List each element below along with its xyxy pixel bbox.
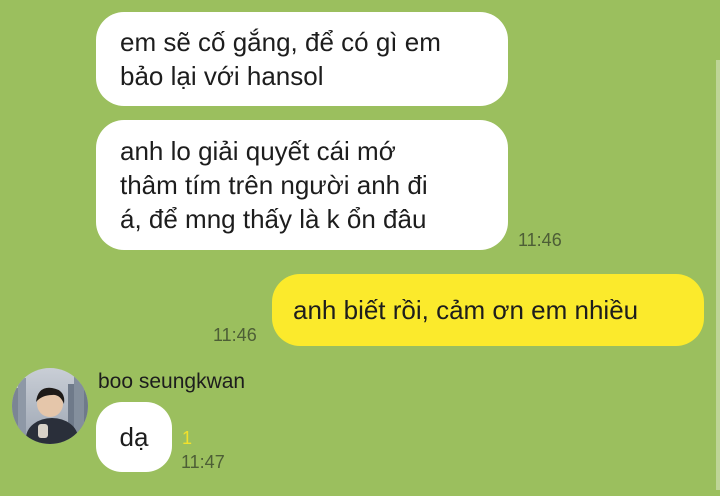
incoming-message-bubble[interactable]: anh lo giải quyết cái mớ thâm tím trên n… [96, 120, 508, 250]
message-timestamp: 11:46 [213, 325, 257, 345]
incoming-message-bubble[interactable]: em sẽ cố gắng, để có gì em bảo lại với h… [96, 12, 508, 106]
chat-window: { "chat": { "messages": [ { "text": "em … [0, 0, 720, 496]
sender-avatar[interactable] [12, 368, 88, 444]
message-timestamp: 11:47 [181, 452, 225, 472]
unread-count: 1 [182, 428, 193, 448]
outgoing-message-bubble[interactable]: anh biết rồi, cảm ơn em nhiều [272, 274, 704, 346]
scrollbar[interactable] [716, 60, 720, 490]
message-timestamp: 11:46 [518, 230, 562, 250]
sender-name: boo seungkwan [98, 370, 246, 393]
incoming-message-bubble[interactable]: dạ [96, 402, 172, 472]
avatar-icon [12, 368, 88, 444]
